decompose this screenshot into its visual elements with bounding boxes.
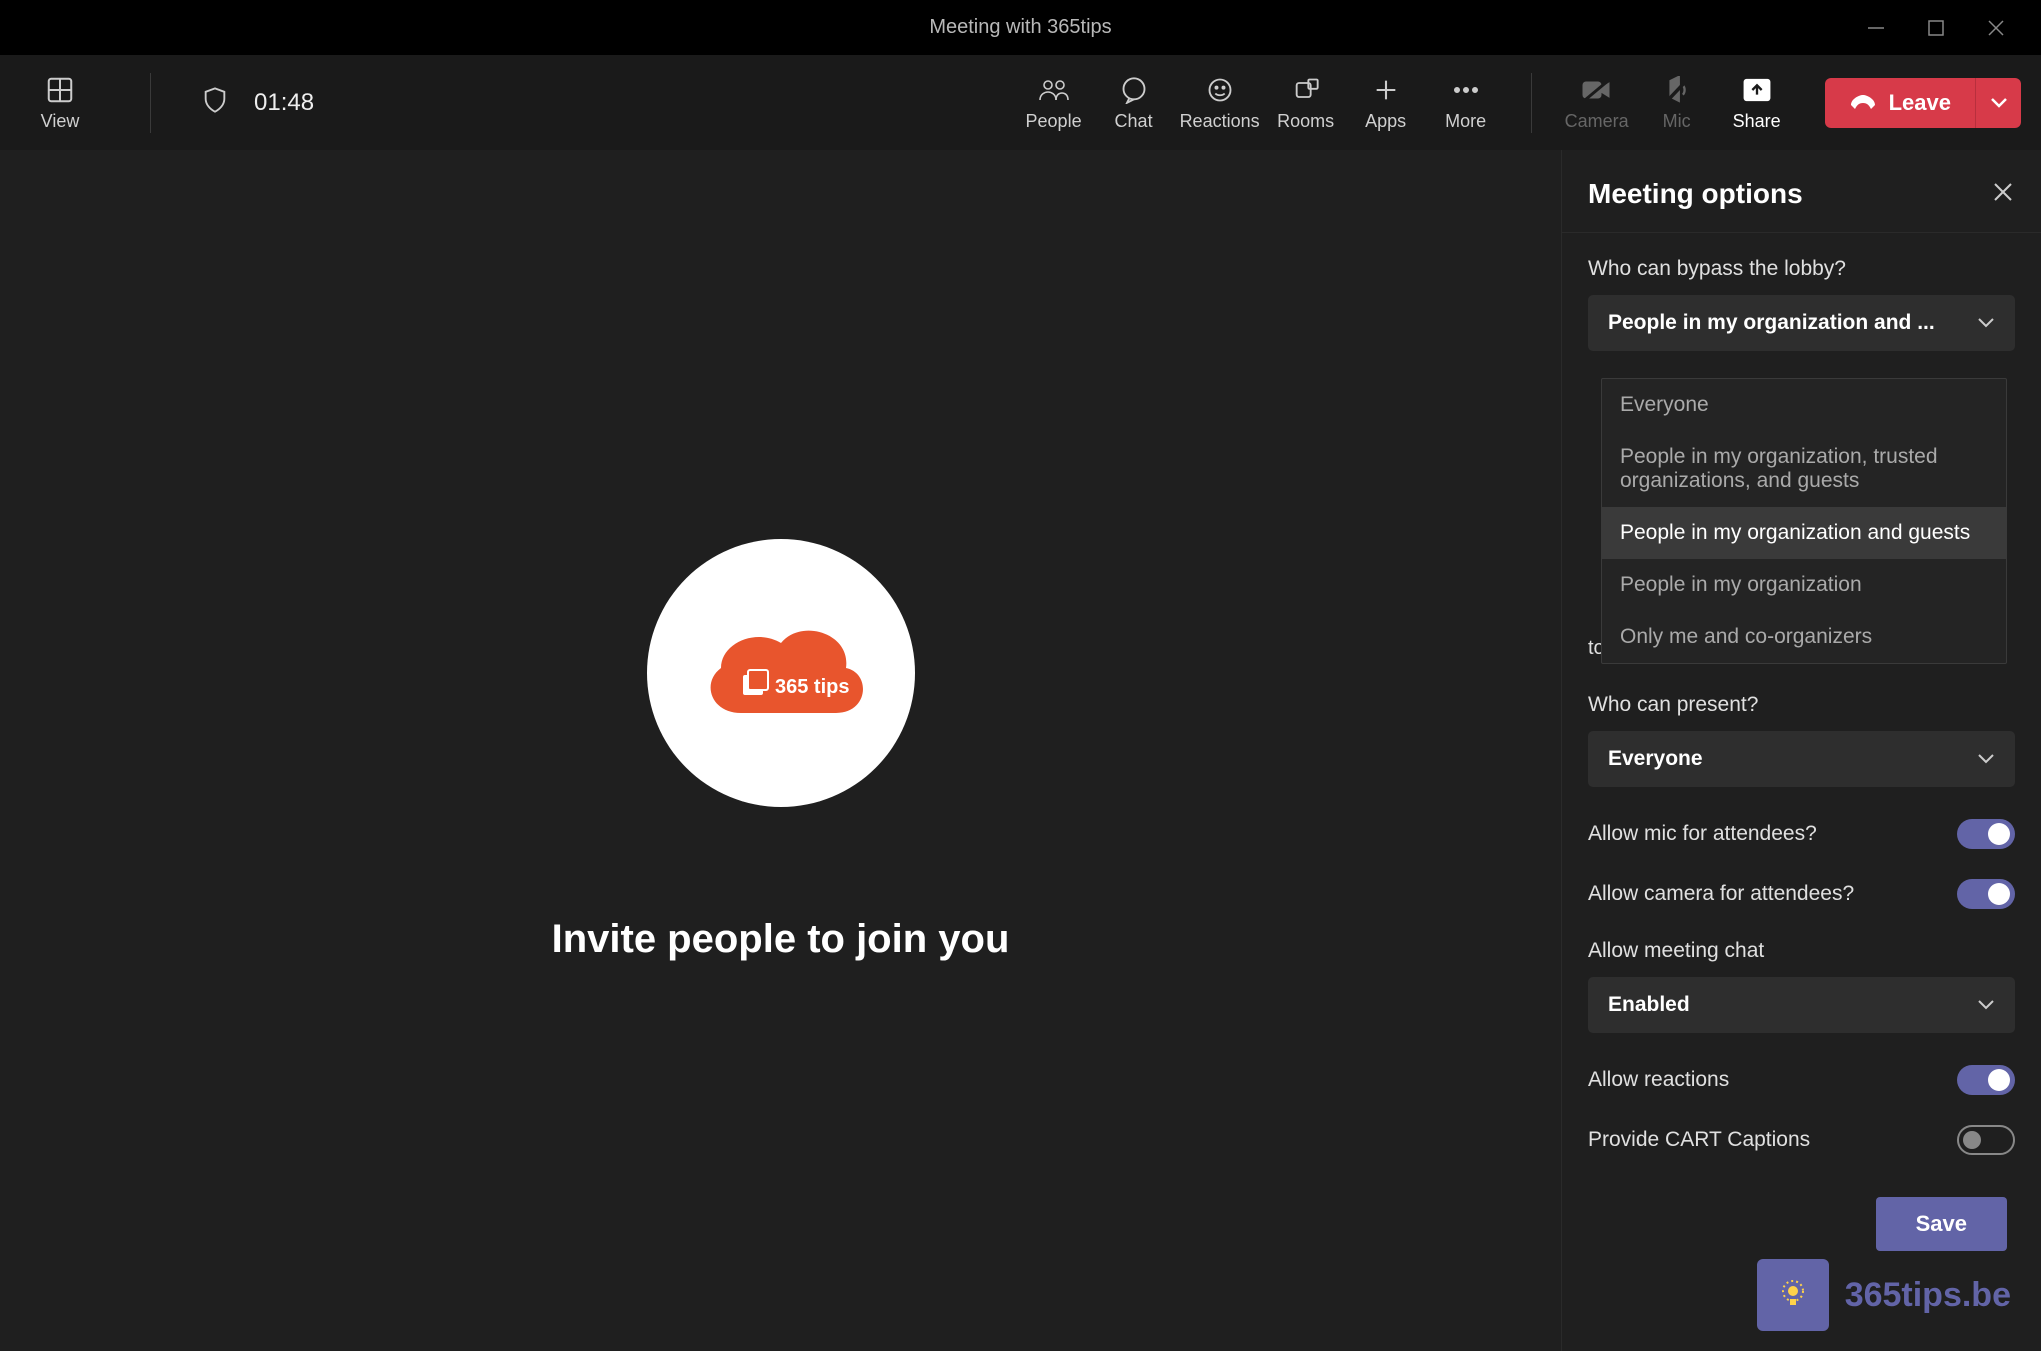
reactions-label: Reactions	[1180, 111, 1260, 132]
lobby-option-only-me[interactable]: Only me and co-organizers	[1602, 611, 2006, 663]
lobby-option-org-guests[interactable]: People in my organization and guests	[1602, 507, 2006, 559]
mic-button[interactable]: Mic	[1637, 65, 1717, 140]
lobby-option-everyone[interactable]: Everyone	[1602, 379, 2006, 431]
divider	[1531, 73, 1532, 133]
mic-off-icon	[1663, 73, 1691, 107]
shield-icon[interactable]	[201, 85, 229, 120]
camera-button[interactable]: Camera	[1557, 65, 1637, 140]
chevron-down-icon	[1977, 747, 1995, 771]
present-label: Who can present?	[1588, 693, 2015, 717]
invite-heading: Invite people to join you	[552, 917, 1010, 962]
chat-label: Chat	[1115, 111, 1153, 132]
share-label: Share	[1733, 111, 1781, 132]
allow-mic-row: Allow mic for attendees?	[1588, 819, 2015, 849]
title-bar: Meeting with 365tips	[0, 0, 2041, 55]
chevron-down-icon	[1977, 993, 1995, 1017]
lobby-select-value: People in my organization and ...	[1608, 311, 1935, 335]
present-select[interactable]: Everyone	[1588, 731, 2015, 787]
divider	[150, 73, 151, 133]
allow-reactions-label: Allow reactions	[1588, 1068, 1729, 1092]
more-button[interactable]: More	[1426, 65, 1506, 140]
allow-reactions-row: Allow reactions	[1588, 1065, 2015, 1095]
window-title: Meeting with 365tips	[0, 16, 2041, 39]
more-icon	[1451, 73, 1481, 107]
view-label: View	[41, 111, 80, 132]
cloud-icon: 365 tips	[691, 613, 871, 733]
rooms-icon	[1291, 73, 1321, 107]
reactions-button[interactable]: Reactions	[1174, 65, 1266, 140]
allow-mic-toggle[interactable]	[1957, 819, 2015, 849]
chevron-down-icon	[1990, 97, 2008, 109]
share-icon	[1743, 73, 1771, 107]
window-controls	[1861, 0, 2041, 55]
lobby-dropdown: Everyone People in my organization, trus…	[1601, 378, 2007, 664]
cart-toggle[interactable]	[1957, 1125, 2015, 1155]
panel-header: Meeting options	[1562, 150, 2041, 233]
brand-badge: 365tips.be	[1757, 1259, 2011, 1331]
meeting-stage: 365 tips Invite people to join you	[0, 150, 1561, 1351]
leave-button[interactable]: Leave	[1825, 78, 1975, 128]
main-area: 365 tips Invite people to join you Meeti…	[0, 150, 2041, 1351]
apps-label: Apps	[1365, 111, 1406, 132]
people-label: People	[1026, 111, 1082, 132]
brand-text: 365tips.be	[1845, 1276, 2011, 1315]
leave-label: Leave	[1889, 90, 1951, 116]
lobby-option-org[interactable]: People in my organization	[1602, 559, 2006, 611]
lobby-option-trusted[interactable]: People in my organization, trusted organ…	[1602, 431, 2006, 507]
lightbulb-tile-icon	[1757, 1259, 1829, 1331]
allow-camera-label: Allow camera for attendees?	[1588, 882, 1854, 906]
present-select-value: Everyone	[1608, 747, 1703, 771]
save-button[interactable]: Save	[1876, 1197, 2007, 1251]
cart-row: Provide CART Captions	[1588, 1125, 2015, 1155]
allow-chat-select[interactable]: Enabled	[1588, 977, 2015, 1033]
hangup-icon	[1849, 93, 1877, 113]
chat-icon	[1119, 73, 1149, 107]
allow-camera-row: Allow camera for attendees?	[1588, 879, 2015, 909]
plus-icon	[1372, 73, 1400, 107]
people-icon	[1037, 73, 1071, 107]
share-button[interactable]: Share	[1717, 65, 1797, 140]
maximize-button[interactable]	[1921, 13, 1951, 43]
meeting-avatar: 365 tips	[647, 539, 915, 807]
smile-icon	[1205, 73, 1235, 107]
close-icon	[1991, 180, 2015, 204]
view-button[interactable]: View	[20, 65, 100, 140]
allow-chat-label: Allow meeting chat	[1588, 939, 2015, 963]
rooms-label: Rooms	[1277, 111, 1334, 132]
camera-off-icon	[1581, 73, 1613, 107]
minimize-button[interactable]	[1861, 13, 1891, 43]
meeting-options-panel: Meeting options Who can bypass the lobby…	[1561, 150, 2041, 1351]
close-button[interactable]	[1981, 13, 2011, 43]
people-button[interactable]: People	[1014, 65, 1094, 140]
apps-button[interactable]: Apps	[1346, 65, 1426, 140]
meeting-toolbar: View 01:48 People Chat Reactions	[0, 55, 2041, 150]
close-panel-button[interactable]	[1991, 180, 2015, 209]
panel-title: Meeting options	[1588, 178, 1803, 210]
allow-mic-label: Allow mic for attendees?	[1588, 822, 1817, 846]
camera-label: Camera	[1565, 111, 1629, 132]
chevron-down-icon	[1977, 311, 1995, 335]
svg-text:365 tips: 365 tips	[775, 676, 849, 698]
meeting-timer: 01:48	[254, 89, 314, 117]
allow-reactions-toggle[interactable]	[1957, 1065, 2015, 1095]
leave-group: Leave	[1825, 78, 2021, 128]
lobby-label: Who can bypass the lobby?	[1588, 257, 2015, 281]
allow-chat-value: Enabled	[1608, 993, 1690, 1017]
grid-icon	[45, 73, 75, 107]
mic-label: Mic	[1663, 111, 1691, 132]
chat-button[interactable]: Chat	[1094, 65, 1174, 140]
cart-label: Provide CART Captions	[1588, 1128, 1810, 1152]
more-label: More	[1445, 111, 1486, 132]
lobby-select[interactable]: People in my organization and ...	[1588, 295, 2015, 351]
rooms-button[interactable]: Rooms	[1266, 65, 1346, 140]
leave-dropdown[interactable]	[1975, 78, 2021, 128]
allow-camera-toggle[interactable]	[1957, 879, 2015, 909]
